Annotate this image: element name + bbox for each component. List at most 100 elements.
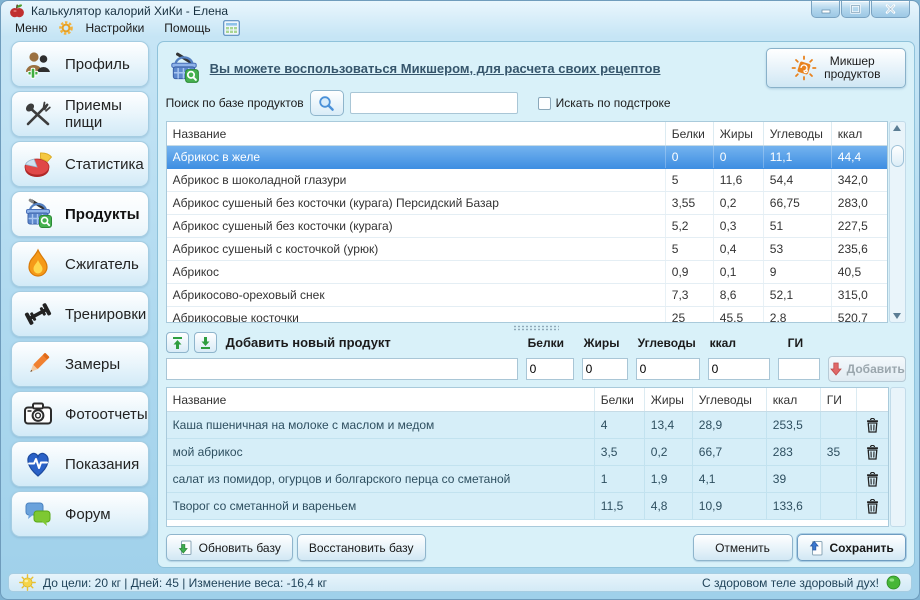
substring-checkbox[interactable] — [538, 97, 551, 110]
table-row[interactable]: Абрикос сушеный без косточки (курага) Пе… — [167, 192, 887, 215]
new-product-carbs-input[interactable] — [636, 358, 700, 380]
stats-pie-icon — [22, 148, 54, 180]
column-header-name[interactable]: Название — [167, 122, 665, 145]
table-row[interactable]: Каша пшеничная на молоке с маслом и медо… — [167, 412, 888, 439]
table-row[interactable]: Абрикос в шоколадной глазури 5 11,6 54,4… — [167, 169, 887, 192]
field-label-fat: Жиры — [582, 336, 628, 350]
export-base-button[interactable] — [166, 332, 189, 353]
vertical-scrollbar[interactable] — [889, 121, 906, 323]
sidebar-item-measurements[interactable]: Замеры — [11, 341, 149, 387]
sidebar-item-products[interactable]: Продукты — [11, 191, 149, 237]
splitter-handle[interactable] — [513, 325, 559, 331]
column-header-kcal[interactable]: ккал — [831, 122, 887, 145]
trash-icon — [866, 472, 879, 487]
restore-base-button[interactable]: Восстановить базу — [297, 534, 426, 561]
my-products-table: Название Белки Жиры Углеводы ккал ГИ Каш… — [166, 387, 906, 527]
table-row[interactable]: Абрикос 0,9 0,1 9 40,5 — [167, 261, 887, 284]
sidebar-item-burner[interactable]: Сжигатель — [11, 241, 149, 287]
table-row[interactable]: салат из помидор, огурцов и болгарского … — [167, 466, 888, 493]
table-row[interactable]: Абрикосово-ореховый снек 7,3 8,6 52,1 31… — [167, 284, 887, 307]
scrollbar-track[interactable] — [890, 131, 905, 313]
magnifier-icon — [318, 95, 335, 112]
import-base-button[interactable] — [194, 332, 217, 353]
window-controls — [811, 1, 910, 18]
delete-row-button[interactable] — [856, 466, 888, 492]
arrow-down-bar-icon — [199, 336, 212, 350]
sidebar-item-photo-reports[interactable]: Фотоотчеты — [11, 391, 149, 437]
products-panel: Вы можете воспользоваться Микшером, для … — [157, 41, 915, 568]
column-header-fat[interactable]: Жиры — [644, 388, 692, 411]
sidebar-item-indicators[interactable]: Показания — [11, 441, 149, 487]
new-product-name-input[interactable] — [166, 358, 518, 380]
scrollbar-thumb[interactable] — [891, 145, 904, 167]
arrow-down-red-icon — [829, 362, 843, 376]
calculator-icon[interactable] — [223, 20, 240, 36]
search-button[interactable] — [310, 90, 344, 116]
products-table-header: Название Белки Жиры Углеводы ккал — [167, 122, 887, 146]
my-products-scrollbar-track[interactable] — [890, 387, 906, 527]
search-input[interactable] — [350, 92, 518, 114]
close-button[interactable] — [871, 1, 910, 18]
search-row: Поиск по базе продуктов Искать по подстр… — [166, 88, 906, 118]
page-arrow-down-icon — [178, 540, 193, 556]
add-product-button[interactable]: Добавить — [828, 356, 906, 382]
column-header-carbs[interactable]: Углеводы — [763, 122, 831, 145]
pencil-icon — [22, 348, 54, 380]
cancel-button[interactable]: Отменить — [693, 534, 793, 561]
page-arrow-up-icon — [809, 540, 824, 556]
table-row[interactable]: мой абрикос 3,5 0,2 66,7 283 35 — [167, 439, 888, 466]
update-base-button[interactable]: Обновить базу — [166, 534, 293, 561]
chat-bubbles-icon — [22, 498, 54, 530]
column-header-gi[interactable]: ГИ — [820, 388, 856, 411]
column-header-kcal[interactable]: ккал — [766, 388, 820, 411]
table-row[interactable]: Абрикос в желе 0 0 11,1 44,4 — [167, 146, 887, 169]
delete-row-button[interactable] — [856, 412, 888, 438]
sidebar-item-meals[interactable]: Приемы пищи — [11, 91, 149, 137]
scroll-down-arrow[interactable] — [893, 313, 901, 319]
sidebar-item-label: Форум — [65, 506, 111, 523]
flame-icon — [22, 248, 54, 280]
column-header-fat[interactable]: Жиры — [713, 122, 763, 145]
new-product-protein-input[interactable] — [526, 358, 574, 380]
field-label-kcal: ккал — [708, 336, 770, 350]
new-product-gi-input[interactable] — [778, 358, 820, 380]
table-row[interactable]: Абрикосовые косточки 25 45,5 2,8 520,7 — [167, 307, 887, 323]
table-row[interactable]: Творог со сметанной и вареньем 11,5 4,8 … — [167, 493, 888, 520]
apple-app-icon — [9, 3, 25, 19]
save-button[interactable]: Сохранить — [797, 534, 906, 561]
new-product-kcal-input[interactable] — [708, 358, 770, 380]
menu-item-menu[interactable]: Меню — [11, 19, 51, 37]
sun-icon — [19, 574, 36, 591]
column-header-carbs[interactable]: Углеводы — [692, 388, 766, 411]
mixer-link[interactable]: Вы можете воспользоваться Микшером, для … — [210, 61, 661, 76]
column-header-actions — [856, 388, 888, 411]
trash-icon — [866, 445, 879, 460]
app-window: Калькулятор калорий ХиКи - Елена Меню На… — [0, 0, 920, 600]
sidebar-item-forum[interactable]: Форум — [11, 491, 149, 537]
delete-row-button[interactable] — [856, 439, 888, 465]
online-status-icon — [886, 575, 901, 590]
maximize-button[interactable] — [841, 1, 870, 18]
delete-row-button[interactable] — [856, 493, 888, 519]
minimize-button[interactable] — [811, 1, 840, 18]
sidebar: Профиль Приемы пищи — [11, 41, 149, 568]
menu-item-settings[interactable]: Настройки — [81, 19, 148, 37]
sidebar-item-profile[interactable]: Профиль — [11, 41, 149, 87]
sidebar-item-workouts[interactable]: Тренировки — [11, 291, 149, 337]
table-row[interactable]: Абрикос сушеный с косточкой (урюк) 5 0,4… — [167, 238, 887, 261]
products-table-body: Абрикос в желе 0 0 11,1 44,4 Абрикос в ш… — [167, 146, 887, 323]
splitter — [166, 323, 906, 332]
field-label-carbs: Углеводы — [636, 336, 700, 350]
motto-text: С здоровом теле здоровый дух! — [702, 576, 879, 590]
menu-item-help[interactable]: Помощь — [160, 19, 214, 37]
mixer-products-button[interactable]: Микшерпродуктов — [766, 48, 906, 88]
column-header-name[interactable]: Название — [167, 388, 594, 411]
sidebar-item-label: Замеры — [65, 356, 120, 373]
new-product-fat-input[interactable] — [582, 358, 628, 380]
goal-status-text: До цели: 20 кг | Дней: 45 | Изменение ве… — [43, 576, 327, 590]
column-header-protein[interactable]: Белки — [665, 122, 713, 145]
column-header-protein[interactable]: Белки — [594, 388, 644, 411]
table-row[interactable]: Абрикос сушеный без косточки (курага) 5,… — [167, 215, 887, 238]
sidebar-item-label: Фотоотчеты — [65, 406, 148, 423]
sidebar-item-statistics[interactable]: Статистика — [11, 141, 149, 187]
